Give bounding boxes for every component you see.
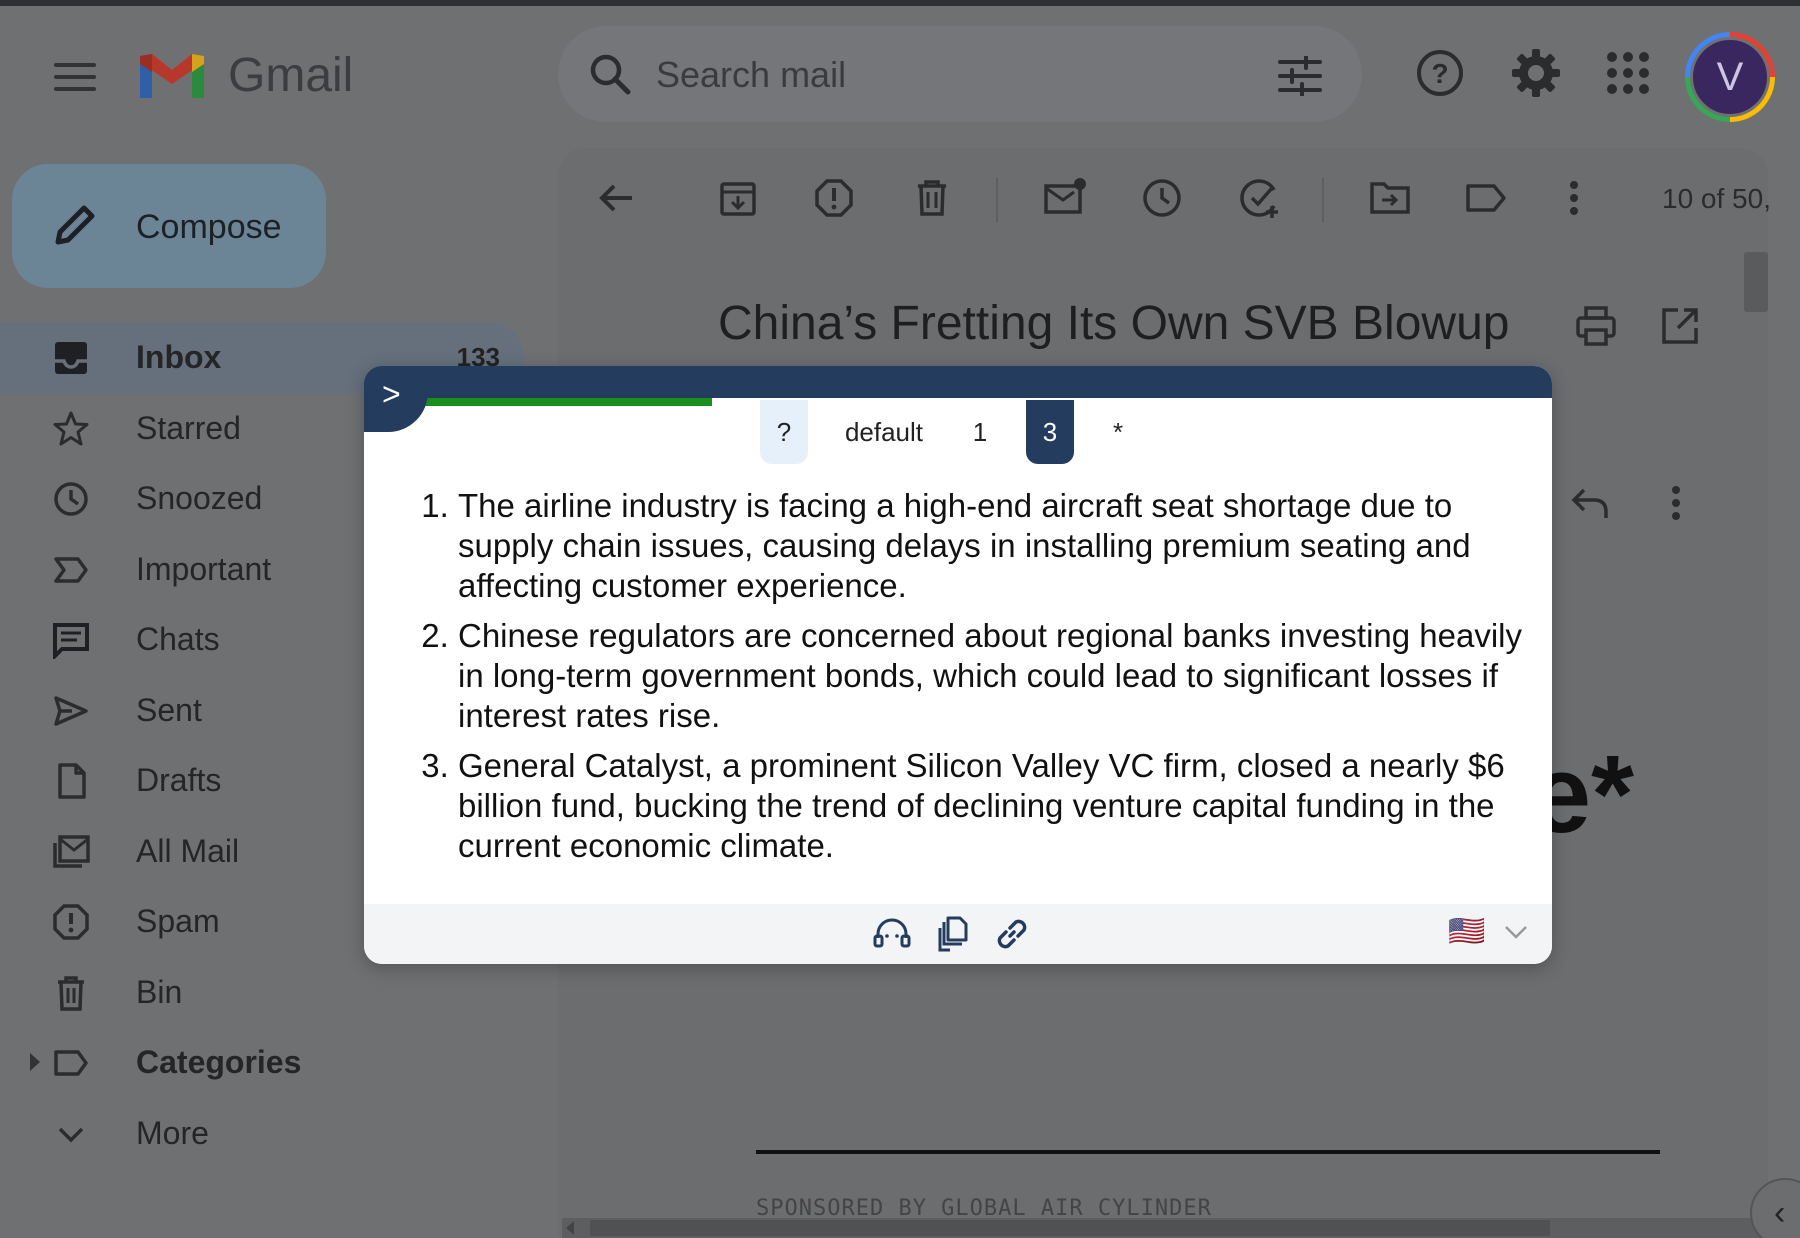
archive-icon[interactable] (716, 176, 760, 220)
sidebar-item-label: Important (136, 550, 272, 587)
tab-3[interactable]: 3 (1026, 400, 1074, 464)
sidebar-item-bin[interactable]: Bin (0, 957, 524, 1028)
summary-list: The airline industry is facing a high-en… (416, 486, 1526, 866)
compose-button[interactable]: Compose (12, 164, 326, 288)
more-options-icon[interactable] (1552, 176, 1596, 220)
email-divider (756, 1150, 1660, 1154)
chevron-left-icon: ‹ (1774, 1194, 1786, 1232)
all-mail-icon (53, 834, 90, 868)
tab-help[interactable]: ? (760, 400, 808, 464)
delete-icon[interactable] (910, 176, 954, 220)
account-avatar[interactable]: V (1685, 32, 1775, 122)
pencil-icon (55, 205, 95, 245)
star-icon (53, 411, 89, 445)
sidebar-item-label: Sent (136, 691, 202, 728)
tab-1[interactable]: 1 (960, 400, 1000, 464)
chevron-down-icon (58, 1127, 84, 1142)
print-icon[interactable] (1574, 304, 1618, 348)
search-input[interactable]: Search mail (656, 54, 846, 96)
compose-label: Compose (136, 208, 282, 246)
chat-icon (53, 623, 89, 659)
toolbar-divider (1322, 178, 1324, 222)
help-icon[interactable]: ? (1412, 45, 1468, 101)
popup-footer: 🇺🇸 (364, 904, 1552, 964)
sidebar-item-label: Starred (136, 409, 241, 446)
search-icon[interactable] (588, 52, 632, 96)
send-icon (54, 695, 88, 726)
settings-gear-icon[interactable] (1508, 45, 1564, 101)
label-icon (54, 1050, 88, 1076)
sidebar-item-more[interactable]: More (0, 1098, 524, 1169)
summary-popup: > ? default 1 3 * The airline industry i… (364, 366, 1552, 964)
report-spam-icon[interactable] (812, 176, 856, 220)
chevron-right-icon: > (382, 376, 401, 412)
horizontal-scrollbar[interactable] (562, 1218, 1772, 1238)
summary-content: The airline industry is facing a high-en… (416, 486, 1526, 876)
sidebar-item-label: Drafts (136, 762, 222, 798)
mark-unread-icon[interactable] (1042, 176, 1086, 220)
sidebar-item-label: All Mail (136, 832, 240, 869)
email-subject: China’s Fretting Its Own SVB Blowup (718, 297, 1510, 350)
search-options-icon[interactable] (1278, 56, 1322, 96)
main-menu-button[interactable] (46, 57, 102, 97)
summary-item: Chinese regulators are concerned about r… (458, 616, 1526, 736)
expand-caret-icon[interactable] (30, 1053, 40, 1071)
toolbar-divider (996, 178, 998, 222)
sidebar-item-label: Bin (136, 973, 183, 1010)
inbox-icon (55, 342, 87, 374)
horizontal-scroll-thumb[interactable] (590, 1220, 1550, 1236)
sidebar-item-label: Chats (136, 621, 220, 657)
collapse-popup-button[interactable]: > (364, 366, 428, 432)
sidebar-item-label: Categories (136, 1044, 302, 1080)
add-task-icon[interactable] (1238, 176, 1282, 220)
sidebar-item-label: Inbox (136, 339, 222, 375)
tab-default[interactable]: default (834, 400, 934, 464)
label-as-icon[interactable] (1464, 176, 1508, 220)
apps-grid-icon[interactable] (1600, 45, 1656, 101)
clock-icon (54, 482, 88, 516)
language-flag-icon[interactable]: 🇺🇸 (1448, 914, 1485, 949)
summary-item: General Catalyst, a prominent Silicon Va… (458, 746, 1526, 866)
summary-item: The airline industry is facing a high-en… (458, 486, 1526, 606)
move-to-icon[interactable] (1368, 176, 1412, 220)
spam-icon (53, 904, 89, 940)
top-strip (0, 0, 1800, 6)
support-agent-icon[interactable] (872, 914, 912, 954)
reply-icon[interactable] (1568, 484, 1612, 524)
chevron-down-icon[interactable] (1502, 918, 1530, 946)
vertical-scrollbar[interactable] (1744, 252, 1768, 312)
brand-name: Gmail (228, 49, 354, 102)
snooze-icon[interactable] (1140, 176, 1184, 220)
sidebar-item-label: Spam (136, 903, 220, 939)
pagination-count: 10 of 50, (1662, 183, 1771, 214)
search-bar[interactable]: Search mail (558, 26, 1362, 122)
back-arrow-icon[interactable] (594, 176, 638, 220)
sidebar-item-label: More (136, 1114, 209, 1151)
tab-custom[interactable]: * (1100, 400, 1136, 464)
sidebar-item-categories[interactable]: Categories (0, 1027, 524, 1098)
message-more-icon[interactable] (1664, 484, 1688, 524)
avatar-initial: V (1690, 37, 1770, 117)
scroll-left-arrow-icon[interactable] (566, 1221, 574, 1235)
copy-icon[interactable] (932, 914, 972, 954)
draft-icon (58, 763, 86, 799)
important-icon (54, 556, 88, 583)
open-new-window-icon[interactable] (1658, 304, 1702, 348)
bin-icon (58, 975, 84, 1011)
gmail-logo (140, 54, 204, 98)
sidebar-item-label: Snoozed (136, 480, 263, 516)
popup-header-bar[interactable] (364, 366, 1552, 398)
link-icon[interactable] (992, 914, 1032, 954)
progress-bar (404, 398, 712, 406)
svg-text:?: ? (1431, 58, 1448, 89)
